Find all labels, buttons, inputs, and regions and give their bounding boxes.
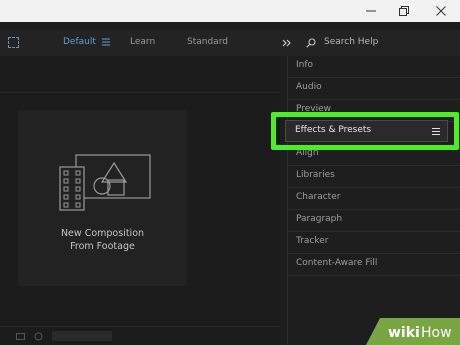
panel-item-label: Libraries (296, 170, 335, 180)
close-button[interactable] (424, 0, 458, 22)
tab-learn[interactable]: Learn (130, 37, 155, 47)
workspace-toolbar: Default Learn Standard Search Help (0, 30, 460, 56)
panels-list: Info Audio Preview Align Libraries Chara… (287, 56, 460, 345)
panel-item-label: Audio (296, 82, 322, 92)
panel-item-tracker[interactable]: Tracker (288, 232, 460, 254)
search-help-field[interactable]: Search Help (324, 37, 378, 47)
project-bottom-bar (0, 326, 280, 345)
bit-depth-field[interactable] (52, 331, 112, 341)
panel-item-label: Character (296, 192, 341, 202)
minimize-icon (366, 10, 376, 12)
panel-item-character[interactable]: Character (288, 188, 460, 210)
search-icon[interactable] (306, 38, 316, 48)
panel-item-label: Tracker (296, 236, 329, 246)
panel-item-libraries[interactable]: Libraries (288, 166, 460, 188)
panel-item-label: Info (296, 60, 314, 70)
panel-item-effects-presets[interactable]: Effects & Presets (285, 120, 448, 142)
panel-item-label: Paragraph (296, 214, 343, 224)
panel-item-label: Content-Aware Fill (296, 258, 378, 268)
app-window: Default Learn Standard Search Help New C… (0, 0, 460, 345)
close-icon (436, 6, 446, 16)
new-folder-icon[interactable] (34, 332, 43, 341)
panel-item-info[interactable]: Info (288, 56, 460, 78)
wikihow-logo: wiki How (366, 318, 460, 345)
composition-label-line1: New Composition (60, 228, 145, 239)
svg-text:wiki: wiki (388, 325, 420, 341)
divider (0, 92, 280, 93)
window-titlebar (0, 0, 460, 22)
restore-button[interactable] (387, 0, 421, 22)
composition-label: New Composition From Footage (18, 227, 187, 253)
new-composition-from-footage-button[interactable]: New Composition From Footage (18, 110, 187, 286)
double-chevron-right-icon[interactable] (282, 38, 292, 48)
interpret-footage-icon[interactable] (16, 332, 25, 341)
selection-tool-icon[interactable] (8, 37, 19, 48)
restore-icon (399, 6, 409, 16)
minimize-button[interactable] (354, 0, 388, 22)
tab-default[interactable]: Default (63, 37, 96, 47)
project-area: New Composition From Footage (0, 56, 280, 345)
svg-text:How: How (421, 325, 452, 341)
panel-item-audio[interactable]: Audio (288, 78, 460, 100)
panel-menu-icon[interactable] (432, 128, 440, 135)
panel-item-content-aware-fill[interactable]: Content-Aware Fill (288, 254, 460, 276)
workspace-menu-icon[interactable] (102, 38, 110, 46)
composition-footage-icon (59, 154, 151, 211)
panel-item-label: Effects & Presets (295, 125, 372, 135)
tab-standard[interactable]: Standard (187, 37, 228, 47)
panel-item-paragraph[interactable]: Paragraph (288, 210, 460, 232)
composition-label-line2: From Footage (70, 241, 135, 252)
